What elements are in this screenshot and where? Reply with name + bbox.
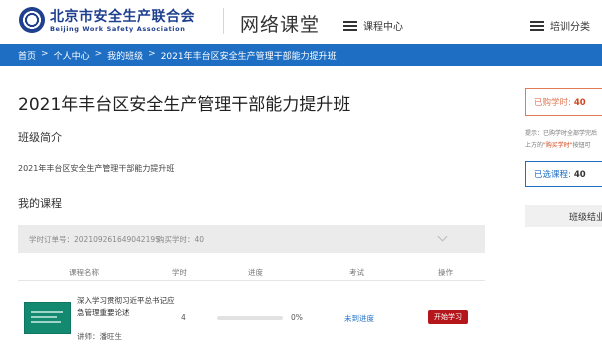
selected-courses-value: 40: [573, 170, 586, 180]
menu-icon: [343, 20, 357, 31]
hint-prefix: 上方的: [525, 142, 544, 149]
logo-english-name[interactable]: Beijing Work Safety Association: [50, 25, 185, 33]
course-teacher: 讲师：潘旺生: [77, 332, 122, 341]
class-completion-tab[interactable]: 班级结业: [525, 205, 602, 227]
selected-courses-label: 已选课程:: [534, 170, 571, 180]
course-progress-bar: [217, 316, 283, 320]
class-intro-text: 2021年丰台区安全生产管理干部能力提升班: [18, 164, 175, 173]
buy-hours-link[interactable]: "购买学时": [543, 142, 573, 149]
right-sidebar: 已购学时: 40 提示：已购学时全部学完后 上方的"购买学时"按钮可 已选课程: 4…: [506, 66, 602, 364]
breadcrumb-bar: 首页 > 个人中心 > 我的班级 > 2021年丰台区安全生产管理干部能力提升班: [0, 44, 602, 66]
column-header-progress: 进度: [248, 268, 263, 277]
hint-text: 提示：已购学时全部学完后: [525, 130, 598, 137]
breadcrumb-separator: >: [148, 49, 156, 59]
header-divider: [223, 8, 224, 34]
purchased-hours: 购买学时：40: [157, 235, 205, 244]
nav-course-center[interactable]: 课程中心: [343, 18, 403, 33]
course-hours: 4: [181, 313, 186, 322]
site-header: 北京市安全生产联合会 Beijing Work Safety Associati…: [0, 0, 602, 44]
course-cover-image[interactable]: [24, 302, 71, 334]
association-logo-seal[interactable]: [19, 7, 45, 33]
logo-chinese-name[interactable]: 北京市安全生产联合会: [50, 6, 195, 26]
nav-training-category[interactable]: 培训分类: [530, 18, 590, 33]
purchased-hours-button[interactable]: 已购学时: 40: [525, 88, 602, 116]
nav-course-center-label: 课程中心: [363, 22, 403, 33]
course-progress-text: 0%: [291, 313, 303, 322]
column-header-course-name: 课程名称: [69, 268, 99, 277]
order-number: 学时订单号：20210926164904219S: [29, 235, 160, 244]
order-summary-bar[interactable]: 学时订单号：20210926164904219S 购买学时：40: [18, 225, 485, 253]
breadcrumb-my-class[interactable]: 我的班级: [107, 49, 143, 62]
table-row: 深入学习贯彻习近平总书记应急管理重要论述 讲师：潘旺生 4 0% 未到进度 开始…: [18, 281, 485, 364]
my-courses-heading: 我的课程: [18, 197, 62, 210]
main-content: 2021年丰台区安全生产管理干部能力提升班 班级简介 2021年丰台区安全生产管…: [0, 66, 506, 364]
hint-suffix: 按钮可: [572, 142, 591, 149]
breadcrumb-personal-center[interactable]: 个人中心: [54, 49, 90, 62]
exam-status-link[interactable]: 未到进度: [344, 313, 374, 324]
breadcrumb-separator: >: [41, 49, 49, 59]
site-title: 网络课堂: [240, 14, 321, 36]
selected-courses-button[interactable]: 已选课程: 40: [525, 161, 602, 187]
column-header-action: 操作: [438, 268, 453, 277]
class-intro-heading: 班级简介: [18, 131, 62, 144]
column-header-hours: 学时: [172, 268, 187, 277]
course-name[interactable]: 深入学习贯彻习近平总书记应急管理重要论述: [77, 295, 177, 319]
start-learning-button[interactable]: 开始学习: [428, 310, 468, 324]
nav-training-category-label: 培训分类: [550, 22, 590, 33]
page-title: 2021年丰台区安全生产管理干部能力提升班: [18, 95, 351, 115]
breadcrumb: 首页 > 个人中心 > 我的班级 > 2021年丰台区安全生产管理干部能力提升班: [18, 49, 337, 62]
breadcrumb-current: 2021年丰台区安全生产管理干部能力提升班: [160, 52, 337, 62]
chevron-down-icon[interactable]: [437, 231, 448, 242]
purchased-hours-label: 已购学时:: [534, 98, 571, 108]
purchased-hours-value: 40: [573, 98, 586, 108]
column-header-exam: 考试: [349, 268, 364, 277]
hint-text-line2: 上方的"购买学时"按钮可: [525, 140, 591, 149]
menu-icon: [530, 20, 544, 31]
breadcrumb-separator: >: [94, 49, 103, 59]
breadcrumb-home[interactable]: 首页: [18, 49, 36, 62]
